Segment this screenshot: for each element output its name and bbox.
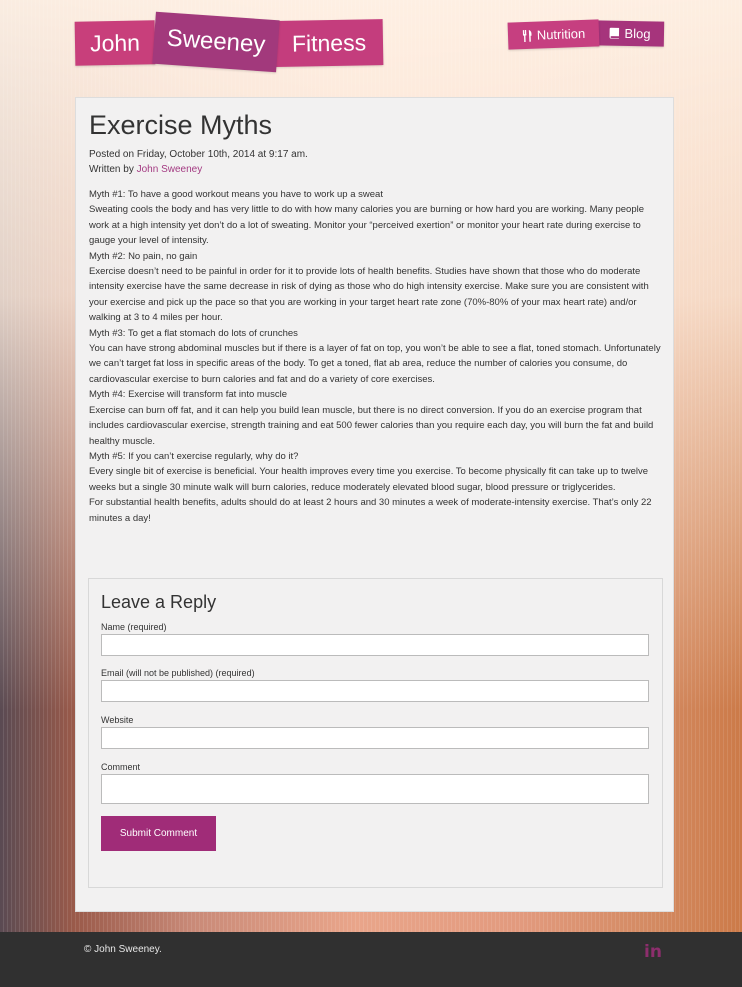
comment-label: Comment [101,762,141,772]
post-meta: Posted on Friday, October 10th, 2014 at … [89,147,308,177]
closing-text: For substantial health benefits, adults … [89,497,652,524]
name-label: Name (required) [101,622,167,632]
linkedin-icon[interactable]: in [644,942,662,962]
email-field[interactable] [101,680,649,702]
nav-nutrition-label: Nutrition [536,25,586,43]
myth-3-text: You can have strong abdominal muscles bu… [89,343,661,385]
myth-5-text: Every single bit of exercise is benefici… [89,466,649,493]
fork-knife-icon [522,29,533,42]
myth-1-text: Sweating cools the body and has very lit… [89,204,645,247]
footer-copyright: © John Sweeney. [84,944,162,955]
post-card: Exercise Myths Posted on Friday, October… [75,97,674,912]
author-link[interactable]: John Sweeney [137,164,203,175]
post-title: Exercise Myths [89,110,273,140]
submit-comment-button[interactable]: Submit Comment [101,816,216,851]
website-label: Website [101,715,134,725]
myth-4-heading: Myth #4: Exercise will transform fat int… [89,389,287,401]
logo-word-sweeney[interactable]: Sweeney [152,11,280,73]
book-icon [609,27,620,39]
website-field[interactable] [101,727,649,749]
logo-word-fitness[interactable]: Fitness [274,19,384,67]
myth-3-heading: Myth #3: To get a flat stomach do lots o… [89,327,298,339]
nav-blog-link[interactable]: Blog [595,20,665,47]
footer: © John Sweeney. in [0,932,742,987]
nav-nutrition-link[interactable]: Nutrition [507,19,600,50]
name-field[interactable] [101,634,649,656]
logo-word-john[interactable]: John [74,20,156,66]
myth-1-heading: Myth #1: To have a good workout means yo… [89,189,383,200]
myth-2-text: Exercise doesn’t need to be painful in o… [89,266,649,324]
reply-title: Leave a Reply [101,592,217,612]
post-byline: Written by John Sweeney [89,162,308,177]
byline-prefix: Written by [89,164,137,175]
email-label: Email (will not be published) (required) [101,668,255,678]
myth-4-text: Exercise can burn off fat, and it can he… [89,404,654,447]
nav-blog-label: Blog [624,25,651,42]
post-body: Myth #1: To have a good workout means yo… [89,187,662,526]
comment-textarea[interactable] [101,774,649,804]
myth-2-heading: Myth #2: No pain, no gain [89,250,198,262]
post-date: Posted on Friday, October 10th, 2014 at … [89,149,308,160]
myth-5-heading: Myth #5: If you can’t exercise regularly… [89,450,299,462]
reply-form: Leave a Reply Name (required) Email (wil… [88,578,663,888]
